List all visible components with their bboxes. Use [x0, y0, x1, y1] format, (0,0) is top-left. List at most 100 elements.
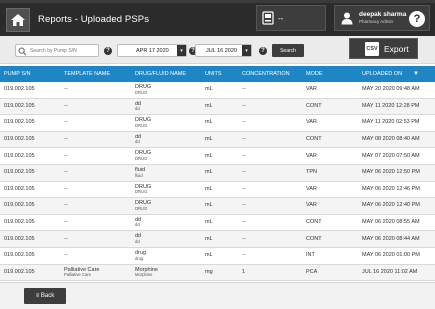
cell-mode-text: CONT	[306, 102, 322, 109]
cell-units-text: mL	[205, 218, 213, 225]
pump-label: --	[278, 13, 284, 23]
cell-units-text: mL	[205, 119, 213, 126]
cell-uploaded-on: MAY 20 2020 09:48 AM	[362, 82, 420, 98]
help-icon[interactable]: ?	[409, 11, 425, 27]
start-date-picker[interactable]: APR 17 2020 ▾	[117, 44, 187, 57]
column-header-mode[interactable]: MODE	[306, 66, 323, 82]
cell-concentration: --	[242, 99, 246, 115]
table-row[interactable]: 019.002.105 Palliative Care Palliative Car…	[0, 264, 435, 282]
cell-mode-text: VAR	[306, 86, 317, 93]
end-date-info-icon[interactable]: ?	[259, 46, 267, 55]
cell-pump-sn: 019.002.105	[4, 198, 35, 214]
column-header-units[interactable]: UNITS	[205, 66, 222, 82]
cell-drug-name: Morphine Morphine	[135, 265, 158, 281]
cell-uploaded-on: MAY 07 2020 07:50 AM	[362, 148, 420, 164]
column-header-concentration[interactable]: CONCENTRATION	[242, 66, 290, 82]
column-header-drug-fluid-name[interactable]: DRUG/FLUID NAME	[135, 66, 186, 82]
cell-mode: TPN	[306, 165, 317, 181]
cell-mode-text: VAR	[306, 152, 317, 159]
cell-pump-sn: 019.002.105	[4, 99, 35, 115]
cell-drug-name: dd dd	[135, 215, 141, 231]
cell-mode: CONT	[306, 99, 322, 115]
cell-drug-name-subtext: dd	[135, 239, 140, 245]
cell-pump-sn-text: 019.002.105	[4, 119, 35, 126]
end-date-picker[interactable]: JUL 16 2020 ▾	[195, 44, 252, 57]
search-info-icon[interactable]: ?	[104, 46, 112, 55]
cell-units: mL	[205, 132, 213, 148]
cell-mode: CONT	[306, 215, 322, 231]
table-row[interactable]: 019.002.105 -- DRUG DRUG mL -- VAR MAY 11 2020 …	[0, 115, 435, 132]
cell-uploaded-on-text: MAY 08 2020 08:40 AM	[362, 135, 420, 142]
cell-concentration: --	[242, 82, 246, 98]
cell-mode: VAR	[306, 182, 317, 198]
cell-drug-name: fluid fluid	[135, 165, 145, 181]
table-row[interactable]: 019.002.105 -- dd dd mL -- CONT MAY 11 2020 12:…	[0, 98, 435, 116]
cell-template-name-text: --	[64, 152, 68, 159]
cell-uploaded-on-text: MAY 06 2020 12:40 PM	[362, 202, 420, 209]
home-icon	[11, 13, 25, 26]
cell-units: mL	[205, 82, 213, 98]
cell-uploaded-on-text: MAY 06 2020 12:46 PM	[362, 185, 420, 192]
cell-mode: PCA	[306, 265, 317, 281]
cell-mode-text: TPN	[306, 169, 317, 176]
cell-concentration-text: --	[242, 185, 246, 192]
back-button[interactable]: ≡ Back	[24, 288, 66, 304]
cell-mode: VAR	[306, 198, 317, 214]
cell-concentration: --	[242, 148, 246, 164]
cell-units-text: mL	[205, 202, 213, 209]
pump-device-icon	[262, 11, 274, 25]
cell-mode-text: PCA	[306, 268, 318, 275]
cell-units-text: mL	[205, 235, 213, 242]
sort-descending-icon[interactable]: ▼	[413, 71, 419, 77]
search-input[interactable]: Search by Pump S/N	[15, 44, 99, 57]
start-date-dropdown-icon[interactable]: ▾	[177, 45, 186, 56]
table-row[interactable]: 019.002.105 -- DRUG DRUG mL -- VAR MAY 07 2020 …	[0, 148, 435, 165]
table-row[interactable]: 019.002.105 -- DRUG DRUG mL -- VAR MAY 06 2020 …	[0, 182, 435, 199]
cell-mode: VAR	[306, 82, 317, 98]
cell-pump-sn-text: 019.002.105	[4, 102, 35, 109]
cell-pump-sn: 019.002.105	[4, 182, 35, 198]
table-row[interactable]: 019.002.105 -- fluid fluid mL -- TPN MAY 06 202…	[0, 165, 435, 182]
cell-concentration: --	[242, 132, 246, 148]
cell-template-name-text: --	[64, 86, 68, 93]
cell-template-name: --	[64, 215, 68, 231]
cell-pump-sn-text: 019.002.105	[4, 169, 35, 176]
cell-drug-name: DRUG DRUG	[135, 182, 151, 198]
cell-pump-sn-text: 019.002.105	[4, 135, 35, 142]
cell-template-name-text: --	[64, 135, 68, 142]
cell-concentration-text: --	[242, 169, 246, 176]
table-row[interactable]: 019.002.105 -- dd dd mL -- CONT MAY 08 2020 08:…	[0, 131, 435, 149]
cell-mode-text: CONT	[306, 218, 322, 225]
page-title: Reports - Uploaded PSPs	[38, 14, 150, 25]
cell-template-name: --	[64, 165, 68, 181]
user-profile[interactable]: deepak sharma Pharmacy Admin ?	[334, 5, 430, 31]
cell-pump-sn: 019.002.105	[4, 115, 35, 131]
cell-template-name-text: --	[64, 218, 68, 225]
cell-template-name: --	[64, 82, 68, 98]
search-button[interactable]: Search	[272, 44, 304, 57]
cell-uploaded-on: MAY 06 2020 08:55 AM	[362, 215, 420, 231]
end-date-value: JUL 16 2020	[206, 47, 237, 54]
table-row[interactable]: 019.002.105 -- drug drug mL -- INT MAY 06 2020 …	[0, 248, 435, 265]
cell-mode: VAR	[306, 148, 317, 164]
pump-selector[interactable]: --	[256, 5, 326, 31]
cell-concentration: --	[242, 182, 246, 198]
cell-template-name-subtext: Palliative Care	[64, 272, 91, 278]
cell-mode-text: INT	[306, 252, 315, 259]
cell-uploaded-on-text: MAY 06 2020 12:50 PM	[362, 169, 420, 176]
table-row[interactable]: 019.002.105 -- dd dd mL -- CONT MAY 06 2020 08:…	[0, 231, 435, 248]
export-button[interactable]: CSV Export	[349, 38, 418, 59]
cell-concentration-text: --	[242, 135, 246, 142]
table-row[interactable]: 019.002.105 -- DRUG DRUG mL -- VAR MAY 20 2020 …	[0, 82, 435, 99]
home-button[interactable]	[6, 7, 30, 32]
end-date-dropdown-icon[interactable]: ▾	[242, 45, 251, 56]
column-header-pump-sn[interactable]: PUMP S/N	[4, 66, 31, 82]
psp-table: PUMP S/N TEMPLATE NAME DRUG/FLUID NAME U…	[0, 66, 435, 282]
table-row[interactable]: 019.002.105 -- dd dd mL -- CONT MAY 06 2020 08:…	[0, 215, 435, 232]
column-header-uploaded-on[interactable]: UPLOADED ON	[362, 66, 402, 82]
cell-drug-name-subtext: DRUG	[135, 89, 148, 95]
cell-drug-name: dd dd	[135, 99, 141, 115]
cell-template-name-text: --	[64, 185, 68, 192]
table-row[interactable]: 019.002.105 -- DRUG DRUG mL -- VAR MAY 06 2020 …	[0, 198, 435, 215]
column-header-template-name[interactable]: TEMPLATE NAME	[64, 66, 110, 82]
